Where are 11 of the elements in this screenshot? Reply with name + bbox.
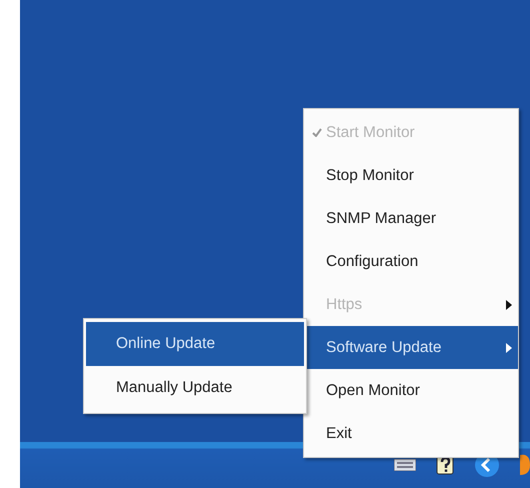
submenu-item[interactable]: Manually Update xyxy=(86,366,304,410)
menu-item[interactable]: Configuration xyxy=(304,240,518,283)
keyboard-icon[interactable] xyxy=(394,459,416,471)
shield-icon[interactable] xyxy=(520,453,530,477)
menu-item[interactable]: Exit xyxy=(304,412,518,455)
help-icon[interactable] xyxy=(436,455,454,475)
menu-item[interactable]: Software Update xyxy=(304,326,518,369)
menu-item[interactable]: Stop Monitor xyxy=(304,154,518,197)
menu-item[interactable]: SNMP Manager xyxy=(304,197,518,240)
menu-item[interactable]: Open Monitor xyxy=(304,369,518,412)
submenu-item[interactable]: Online Update xyxy=(86,322,304,366)
